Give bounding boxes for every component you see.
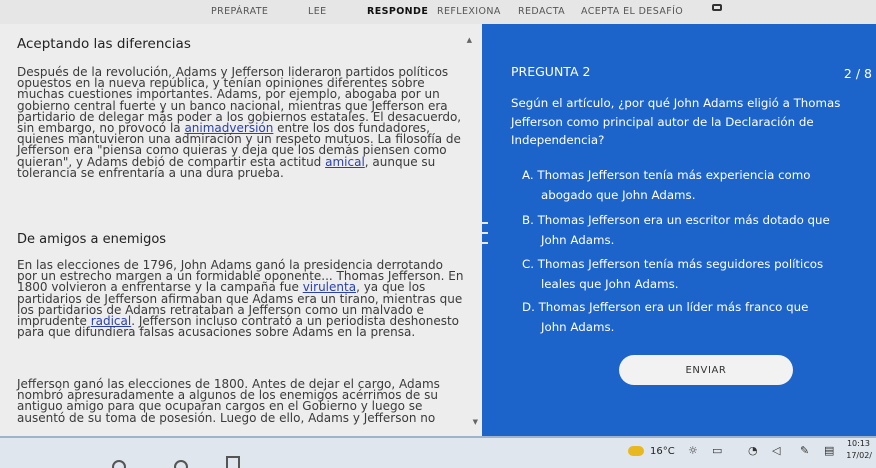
reading-subtitle: De amigos a enemigos — [17, 232, 167, 247]
reading-paragraph-3: Jefferson ganó las elecciones de 1800. A… — [17, 377, 440, 425]
nav-write[interactable]: REDACTA — [518, 6, 565, 17]
app-grid-icon[interactable] — [226, 456, 240, 468]
question-text: Según el artículo, ¿por qué John Adams e… — [511, 96, 841, 147]
submit-button[interactable]: ENVIAR — [619, 355, 793, 385]
scroll-down-icon[interactable]: ▼ — [473, 418, 478, 426]
taskbar: 16°C ☼ ▭ ◔ ◁ ✎ ▤ 10:13 17/02/ — [0, 436, 876, 468]
clock-time[interactable]: 10:13 — [847, 439, 870, 448]
reading-title: Aceptando las diferencias — [17, 36, 191, 52]
answer-option-d[interactable]: D. Thomas Jefferson era un líder más fra… — [522, 298, 872, 337]
reading-paragraph-1: Después de la revolución, Adams y Jeffer… — [17, 65, 462, 180]
wifi-icon[interactable]: ◔ — [748, 444, 758, 457]
answer-option-a[interactable]: A. Thomas Jefferson tenía más experienci… — [522, 166, 872, 205]
clock-date[interactable]: 17/02/ — [846, 451, 872, 460]
answer-option-c[interactable]: C. Thomas Jefferson tenía más seguidores… — [522, 255, 872, 294]
weather-icon[interactable] — [628, 446, 644, 456]
reading-panel[interactable]: Aceptando las diferencias ▲ Después de l… — [0, 24, 482, 436]
nav-challenge[interactable]: ACEPTA EL DESAFÍO — [581, 6, 683, 17]
reading-paragraph-2: En las elecciones de 1796, John Adams ga… — [17, 258, 464, 340]
launcher-circle-icon[interactable] — [174, 460, 188, 468]
chat-icon[interactable]: ▭ — [712, 444, 722, 457]
keyboard-icon[interactable]: ▤ — [824, 444, 834, 457]
home-circle-icon[interactable] — [112, 460, 126, 468]
nav-reflect[interactable]: REFLEXIONA — [437, 6, 501, 17]
question-counter: 2 / 8 — [843, 66, 872, 81]
scroll-up-icon[interactable]: ▲ — [467, 36, 472, 44]
weather-temperature[interactable]: 16°C — [650, 446, 675, 457]
question-label: PREGUNTA 2 — [511, 64, 591, 79]
panel-resize-handle[interactable] — [482, 222, 488, 244]
question-panel: PREGUNTA 2 2 / 8 Según el artículo, ¿por… — [495, 52, 876, 410]
nav-prepare[interactable]: PREPÁRATE — [211, 6, 268, 17]
vocab-link-amical[interactable]: amical — [325, 155, 365, 169]
nav-read[interactable]: LEE — [308, 6, 327, 17]
answer-option-b[interactable]: B. Thomas Jefferson era un escritor más … — [522, 211, 872, 250]
window-icon[interactable] — [712, 4, 722, 11]
nav-respond[interactable]: RESPONDE — [367, 6, 428, 17]
top-nav: PREPÁRATE LEE RESPONDE REFLEXIONA REDACT… — [0, 0, 876, 24]
pen-icon[interactable]: ✎ — [800, 444, 809, 457]
lightbulb-icon[interactable]: ☼ — [688, 444, 698, 457]
volume-icon[interactable]: ◁ — [772, 444, 780, 457]
